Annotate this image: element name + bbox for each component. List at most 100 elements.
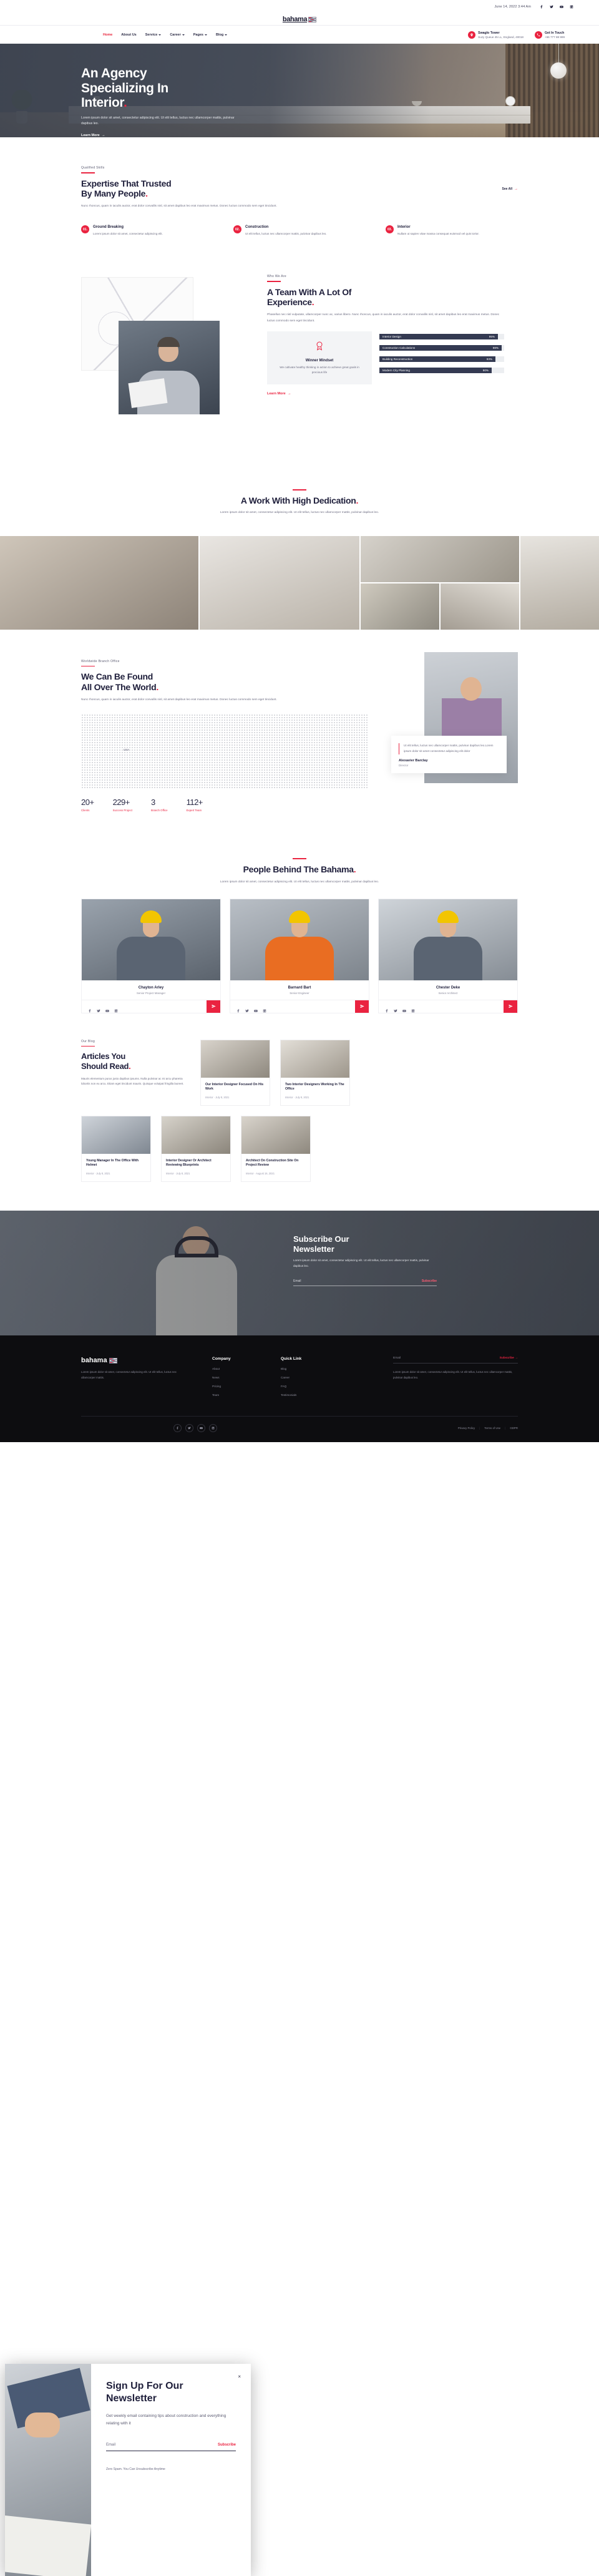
facebook-icon[interactable] bbox=[88, 1005, 92, 1013]
footer-link-career[interactable]: Career bbox=[281, 1376, 349, 1379]
feature-item: 01. Ground Breaking Lorem ipsum dolor si… bbox=[81, 225, 213, 237]
map-pin-usa[interactable]: USA bbox=[124, 743, 129, 754]
skill-bar: Interior Design 95% bbox=[379, 333, 504, 339]
footer-link-pricing[interactable]: Pricing bbox=[212, 1385, 281, 1388]
hero-title-line-3: Interior bbox=[81, 95, 124, 110]
stats-row: 20+ Clients 229+ Success Project 3 Branch O… bbox=[81, 798, 518, 812]
twitter-icon[interactable] bbox=[185, 1424, 193, 1432]
popup-email-input[interactable]: Email bbox=[106, 2443, 115, 2447]
team-member-card[interactable]: Chester Deke Senior Architect bbox=[378, 898, 518, 1013]
facebook-icon[interactable] bbox=[540, 4, 544, 9]
popup-subscribe-button[interactable]: Subscribe bbox=[218, 2443, 236, 2447]
footer-link-team[interactable]: Team bbox=[212, 1393, 281, 1397]
blog-post-card[interactable]: Two Interior Designers Working In The Of… bbox=[280, 1039, 350, 1106]
member-social-links bbox=[82, 1001, 124, 1013]
stat-label: Clients bbox=[81, 809, 90, 812]
chevron-down-icon bbox=[204, 34, 207, 36]
project-gallery bbox=[0, 535, 599, 630]
post-title: Interior Designer Or Architect Reviewing… bbox=[166, 1158, 212, 1168]
facebook-icon[interactable] bbox=[385, 1005, 389, 1013]
youtube-icon[interactable] bbox=[254, 1005, 258, 1012]
whowe-cta-button[interactable]: Learn More → bbox=[267, 392, 291, 396]
gallery-image-bedroom[interactable] bbox=[441, 583, 519, 630]
stat-item: 3 Branch Office bbox=[151, 798, 168, 812]
linkedin-icon[interactable] bbox=[114, 1005, 118, 1013]
footer-link-faq[interactable]: FAQ bbox=[281, 1385, 349, 1388]
youtube-icon[interactable] bbox=[402, 1005, 406, 1012]
youtube-icon[interactable] bbox=[560, 5, 564, 9]
gallery-image-bathroom[interactable] bbox=[200, 535, 359, 630]
member-social-links bbox=[379, 1001, 421, 1013]
accent-divider bbox=[293, 858, 306, 859]
footer-email-input[interactable]: Email bbox=[393, 1357, 401, 1360]
nav-item-career[interactable]: Career bbox=[170, 33, 185, 37]
gallery-image-kitchen-hall[interactable] bbox=[361, 535, 519, 582]
nav-item-about-us[interactable]: About Us bbox=[121, 33, 136, 37]
banner-email-input[interactable]: Email bbox=[293, 1279, 301, 1283]
arrow-right-icon: → bbox=[287, 391, 291, 396]
footer-subscribe-button[interactable]: Subscribe → bbox=[500, 1357, 518, 1360]
whowe-title-line-2: Experience bbox=[267, 297, 312, 308]
blog-post-card[interactable]: Our Interior Designer Focused On His Wor… bbox=[200, 1039, 270, 1106]
nav-label: Service bbox=[145, 32, 158, 37]
world-title-line-2: All Over The World bbox=[81, 682, 157, 693]
post-thumbnail bbox=[162, 1116, 230, 1154]
footer-logo[interactable]: bahama bbox=[81, 1357, 212, 1364]
site-logo[interactable]: bahama bbox=[282, 16, 317, 23]
footer-link-terms-of-use[interactable]: Terms of Use bbox=[484, 1427, 500, 1430]
blog-title: Articles You Should Read. bbox=[81, 1051, 190, 1071]
blog-post-card[interactable]: Interior Designer Or Architect Reviewing… bbox=[161, 1115, 231, 1182]
blog-post-card[interactable]: Young Manager In The Office With Helmet … bbox=[81, 1115, 151, 1182]
post-meta: Interior · July 8, 2021 bbox=[205, 1095, 230, 1099]
facebook-icon[interactable] bbox=[173, 1424, 182, 1432]
world-paragraph: Nunc rhoncus, quam in iaculis auctor, er… bbox=[81, 698, 277, 701]
footer-link-news[interactable]: News bbox=[212, 1376, 281, 1379]
linkedin-icon[interactable] bbox=[209, 1424, 217, 1432]
worldwide-section: Worldwide Branch Office We Can Be Found … bbox=[81, 630, 518, 831]
member-contact-button[interactable] bbox=[207, 1000, 220, 1013]
send-icon bbox=[212, 1005, 216, 1008]
footer-link-gdpr[interactable]: GDPR bbox=[510, 1427, 518, 1430]
footer-link-about[interactable]: About bbox=[212, 1367, 281, 1370]
facebook-icon[interactable] bbox=[236, 1005, 240, 1013]
team-member-card[interactable]: Chayton Arley Senior Project Manager bbox=[81, 898, 221, 1013]
stat-value: 229+ bbox=[112, 798, 130, 807]
banner-subscribe-button[interactable]: Subscribe bbox=[422, 1279, 437, 1283]
nav-item-service[interactable]: Service bbox=[145, 33, 162, 37]
youtube-icon[interactable] bbox=[197, 1424, 205, 1432]
accent-dot: . bbox=[145, 188, 148, 199]
twitter-icon[interactable] bbox=[245, 1005, 249, 1012]
office-info[interactable]: Swaglo Tower Suzy Queue 45 LL, England, … bbox=[468, 31, 524, 39]
youtube-icon[interactable] bbox=[105, 1005, 109, 1012]
gallery-image-interior-detail[interactable] bbox=[361, 583, 439, 630]
hero-cta-button[interactable]: Learn More → bbox=[81, 134, 105, 137]
footer-link-testimonials[interactable]: Testimonials bbox=[281, 1393, 349, 1397]
twitter-icon[interactable] bbox=[97, 1005, 100, 1012]
footer-link-privacy-policy[interactable]: Privacy Policy bbox=[458, 1427, 475, 1430]
member-contact-button[interactable] bbox=[355, 1000, 369, 1013]
blog-post-card[interactable]: Architect On Construction Site On Projec… bbox=[241, 1115, 311, 1182]
nav-item-home[interactable]: Home bbox=[103, 33, 112, 37]
gallery-image-living-room[interactable] bbox=[0, 535, 198, 630]
member-contact-button[interactable] bbox=[504, 1000, 517, 1013]
nav-item-blog[interactable]: Blog bbox=[216, 33, 228, 37]
expertise-title: Expertise That Trusted By Many People. bbox=[81, 178, 343, 200]
linkedin-icon[interactable] bbox=[411, 1005, 415, 1013]
team-member-card[interactable]: Barnard Bart Senior Engineer bbox=[230, 898, 369, 1013]
nav-label: Home bbox=[103, 32, 113, 37]
see-all-button[interactable]: See All → bbox=[502, 187, 519, 191]
close-icon[interactable]: × bbox=[238, 2374, 241, 2379]
page-root: June 14, 2022 3:44 Am bahama Home About … bbox=[0, 0, 599, 2576]
twitter-icon[interactable] bbox=[550, 5, 554, 9]
contact-info[interactable]: Get In Touch +66 777 88 999 bbox=[534, 31, 565, 39]
twitter-icon[interactable] bbox=[394, 1005, 397, 1012]
top-bar: June 14, 2022 3:44 Am bbox=[0, 0, 599, 14]
linkedin-icon[interactable] bbox=[263, 1005, 266, 1013]
gallery-image-office-interior[interactable] bbox=[520, 535, 599, 630]
logo-text: bahama bbox=[282, 16, 308, 23]
footer-link-blog[interactable]: Blog bbox=[281, 1367, 349, 1370]
stat-item: 112+ Expert Team bbox=[187, 798, 203, 812]
nav-item-pages[interactable]: Pages bbox=[193, 33, 207, 37]
linkedin-icon[interactable] bbox=[570, 5, 574, 9]
skill-label: Building Reconstruction bbox=[382, 357, 413, 361]
